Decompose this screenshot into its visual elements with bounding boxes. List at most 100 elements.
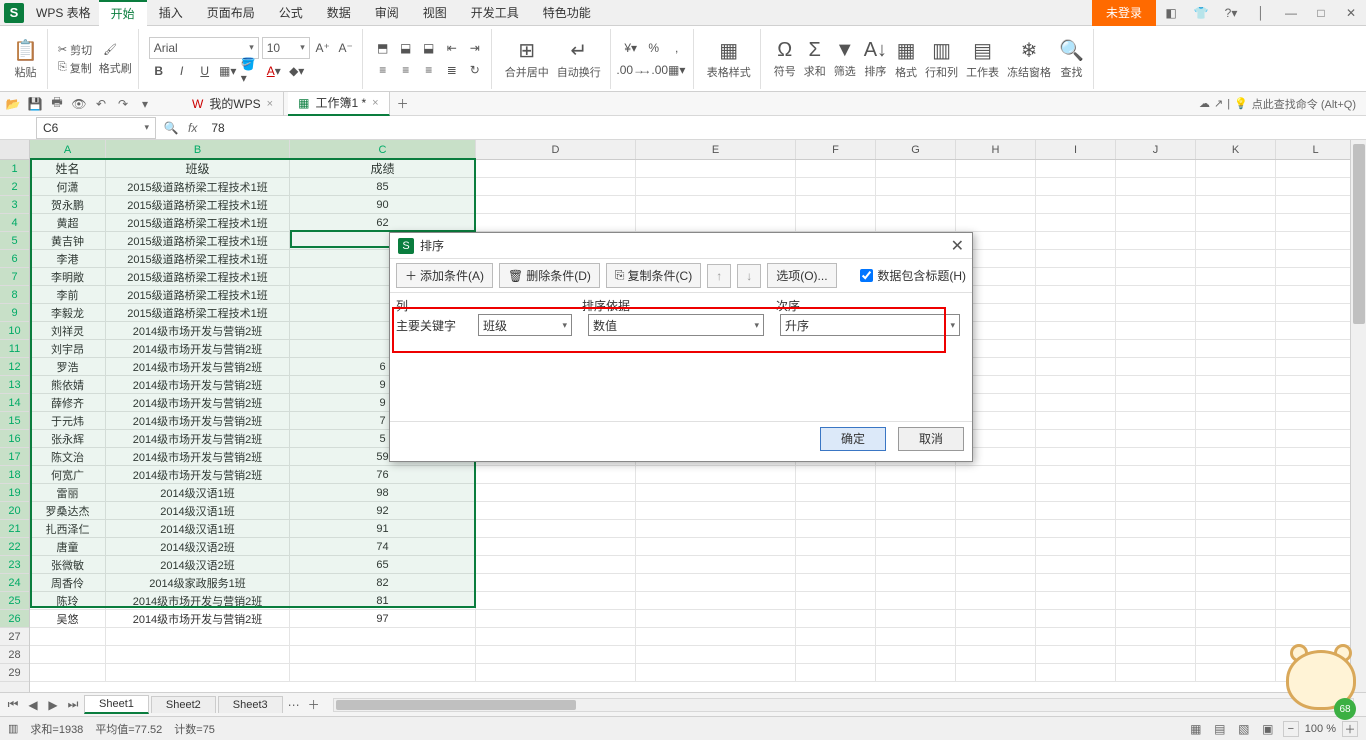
- cell[interactable]: [876, 214, 956, 232]
- col-header-B[interactable]: B: [106, 140, 290, 159]
- cell[interactable]: [1036, 592, 1116, 610]
- cell[interactable]: [1276, 232, 1356, 250]
- cell[interactable]: [956, 646, 1036, 664]
- col-header-F[interactable]: F: [796, 140, 876, 159]
- font-select[interactable]: Arial▾: [149, 37, 259, 59]
- dialog-titlebar[interactable]: S 排序 ✕: [390, 233, 972, 259]
- bold-icon[interactable]: B: [149, 61, 169, 81]
- align-bot-icon[interactable]: ⬓: [419, 38, 439, 58]
- cell[interactable]: [1196, 394, 1276, 412]
- orientation-icon[interactable]: ↻: [465, 60, 485, 80]
- cell[interactable]: [876, 538, 956, 556]
- cell[interactable]: [876, 466, 956, 484]
- cell[interactable]: [1196, 340, 1276, 358]
- cell[interactable]: [636, 646, 796, 664]
- cell[interactable]: [956, 178, 1036, 196]
- cell[interactable]: [1276, 574, 1356, 592]
- cell[interactable]: [476, 160, 636, 178]
- delete-condition-button[interactable]: 🗑删除条件(D): [499, 263, 600, 288]
- redo-icon[interactable]: ↷: [114, 95, 132, 113]
- cell[interactable]: [1276, 340, 1356, 358]
- cell[interactable]: [1276, 322, 1356, 340]
- cell[interactable]: [476, 556, 636, 574]
- cell[interactable]: [1276, 160, 1356, 178]
- cell[interactable]: 2015级道路桥梁工程技术1班: [106, 214, 290, 232]
- cell[interactable]: 贺永鹏: [30, 196, 106, 214]
- tab-dev[interactable]: 开发工具: [459, 0, 531, 26]
- select-all-corner[interactable]: [0, 140, 29, 160]
- cell[interactable]: [876, 628, 956, 646]
- cell[interactable]: [476, 214, 636, 232]
- cell[interactable]: [1276, 592, 1356, 610]
- cell[interactable]: [1116, 574, 1196, 592]
- cell[interactable]: [1196, 250, 1276, 268]
- cell[interactable]: [956, 214, 1036, 232]
- freeze-button[interactable]: ❄冻结窗格: [1004, 38, 1054, 80]
- new-tab-icon[interactable]: ＋: [394, 95, 412, 113]
- cell[interactable]: 2014级汉语2班: [106, 556, 290, 574]
- cell[interactable]: [956, 628, 1036, 646]
- sheet-first-icon[interactable]: ⏮: [4, 696, 22, 714]
- col-header-H[interactable]: H: [956, 140, 1036, 159]
- cell[interactable]: [876, 556, 956, 574]
- cell[interactable]: [1116, 520, 1196, 538]
- cell[interactable]: [106, 646, 290, 664]
- align-right-icon[interactable]: ≡: [419, 60, 439, 80]
- cell[interactable]: [1276, 214, 1356, 232]
- hscroll-thumb[interactable]: [336, 700, 576, 710]
- undo-icon[interactable]: ↶: [92, 95, 110, 113]
- cell[interactable]: 2014级市场开发与营销2班: [106, 412, 290, 430]
- row-header[interactable]: 2: [0, 178, 29, 196]
- cell[interactable]: [1196, 160, 1276, 178]
- table-style-button[interactable]: ▦表格样式: [704, 38, 754, 80]
- cell[interactable]: 李明敞: [30, 268, 106, 286]
- symbol-button[interactable]: Ω符号: [771, 39, 799, 79]
- inc-dec-icon[interactable]: .00→: [621, 60, 641, 80]
- cell[interactable]: 2014级市场开发与营销2班: [106, 610, 290, 628]
- cell[interactable]: [1196, 646, 1276, 664]
- cell[interactable]: 98: [290, 484, 476, 502]
- rowcol-button[interactable]: ▥行和列: [922, 38, 961, 80]
- cell[interactable]: [1276, 250, 1356, 268]
- cell[interactable]: 班级: [106, 160, 290, 178]
- cell[interactable]: [1116, 448, 1196, 466]
- cell[interactable]: [1036, 250, 1116, 268]
- view-page-icon[interactable]: ▤: [1211, 720, 1229, 738]
- cell[interactable]: [1276, 178, 1356, 196]
- qat-more-icon[interactable]: ▾: [136, 95, 154, 113]
- col-header-L[interactable]: L: [1276, 140, 1356, 159]
- font-color-icon[interactable]: A▾: [264, 61, 284, 81]
- cell[interactable]: [1196, 664, 1276, 682]
- row-header[interactable]: 18: [0, 466, 29, 484]
- cell[interactable]: [1036, 340, 1116, 358]
- cell[interactable]: [796, 556, 876, 574]
- cell[interactable]: 2015级道路桥梁工程技术1班: [106, 196, 290, 214]
- row-header[interactable]: 22: [0, 538, 29, 556]
- cell[interactable]: 65: [290, 556, 476, 574]
- cell[interactable]: 熊依婧: [30, 376, 106, 394]
- cell[interactable]: [1196, 592, 1276, 610]
- cell[interactable]: [476, 610, 636, 628]
- wrap-button[interactable]: ↵自动换行: [554, 38, 604, 80]
- vertical-scrollbar[interactable]: [1350, 140, 1366, 692]
- cell[interactable]: [1036, 502, 1116, 520]
- close-icon[interactable]: ✕: [1336, 0, 1366, 26]
- tab-home[interactable]: 开始: [99, 0, 147, 26]
- cell[interactable]: 唐童: [30, 538, 106, 556]
- sheet-tab-1[interactable]: Sheet1: [84, 695, 149, 714]
- move-down-icon[interactable]: ↓: [737, 264, 761, 288]
- cell[interactable]: 刘宇昂: [30, 340, 106, 358]
- align-left-icon[interactable]: ≡: [373, 60, 393, 80]
- cell[interactable]: [1196, 412, 1276, 430]
- cell[interactable]: 2015级道路桥梁工程技术1班: [106, 232, 290, 250]
- cell[interactable]: [636, 556, 796, 574]
- skin-icon[interactable]: ◧: [1156, 0, 1186, 26]
- row-header[interactable]: 6: [0, 250, 29, 268]
- cell[interactable]: 李港: [30, 250, 106, 268]
- cell[interactable]: [476, 574, 636, 592]
- cell[interactable]: [1036, 232, 1116, 250]
- cell[interactable]: [796, 196, 876, 214]
- cell[interactable]: [956, 610, 1036, 628]
- fx-icon[interactable]: fx: [180, 121, 205, 135]
- cell[interactable]: [876, 484, 956, 502]
